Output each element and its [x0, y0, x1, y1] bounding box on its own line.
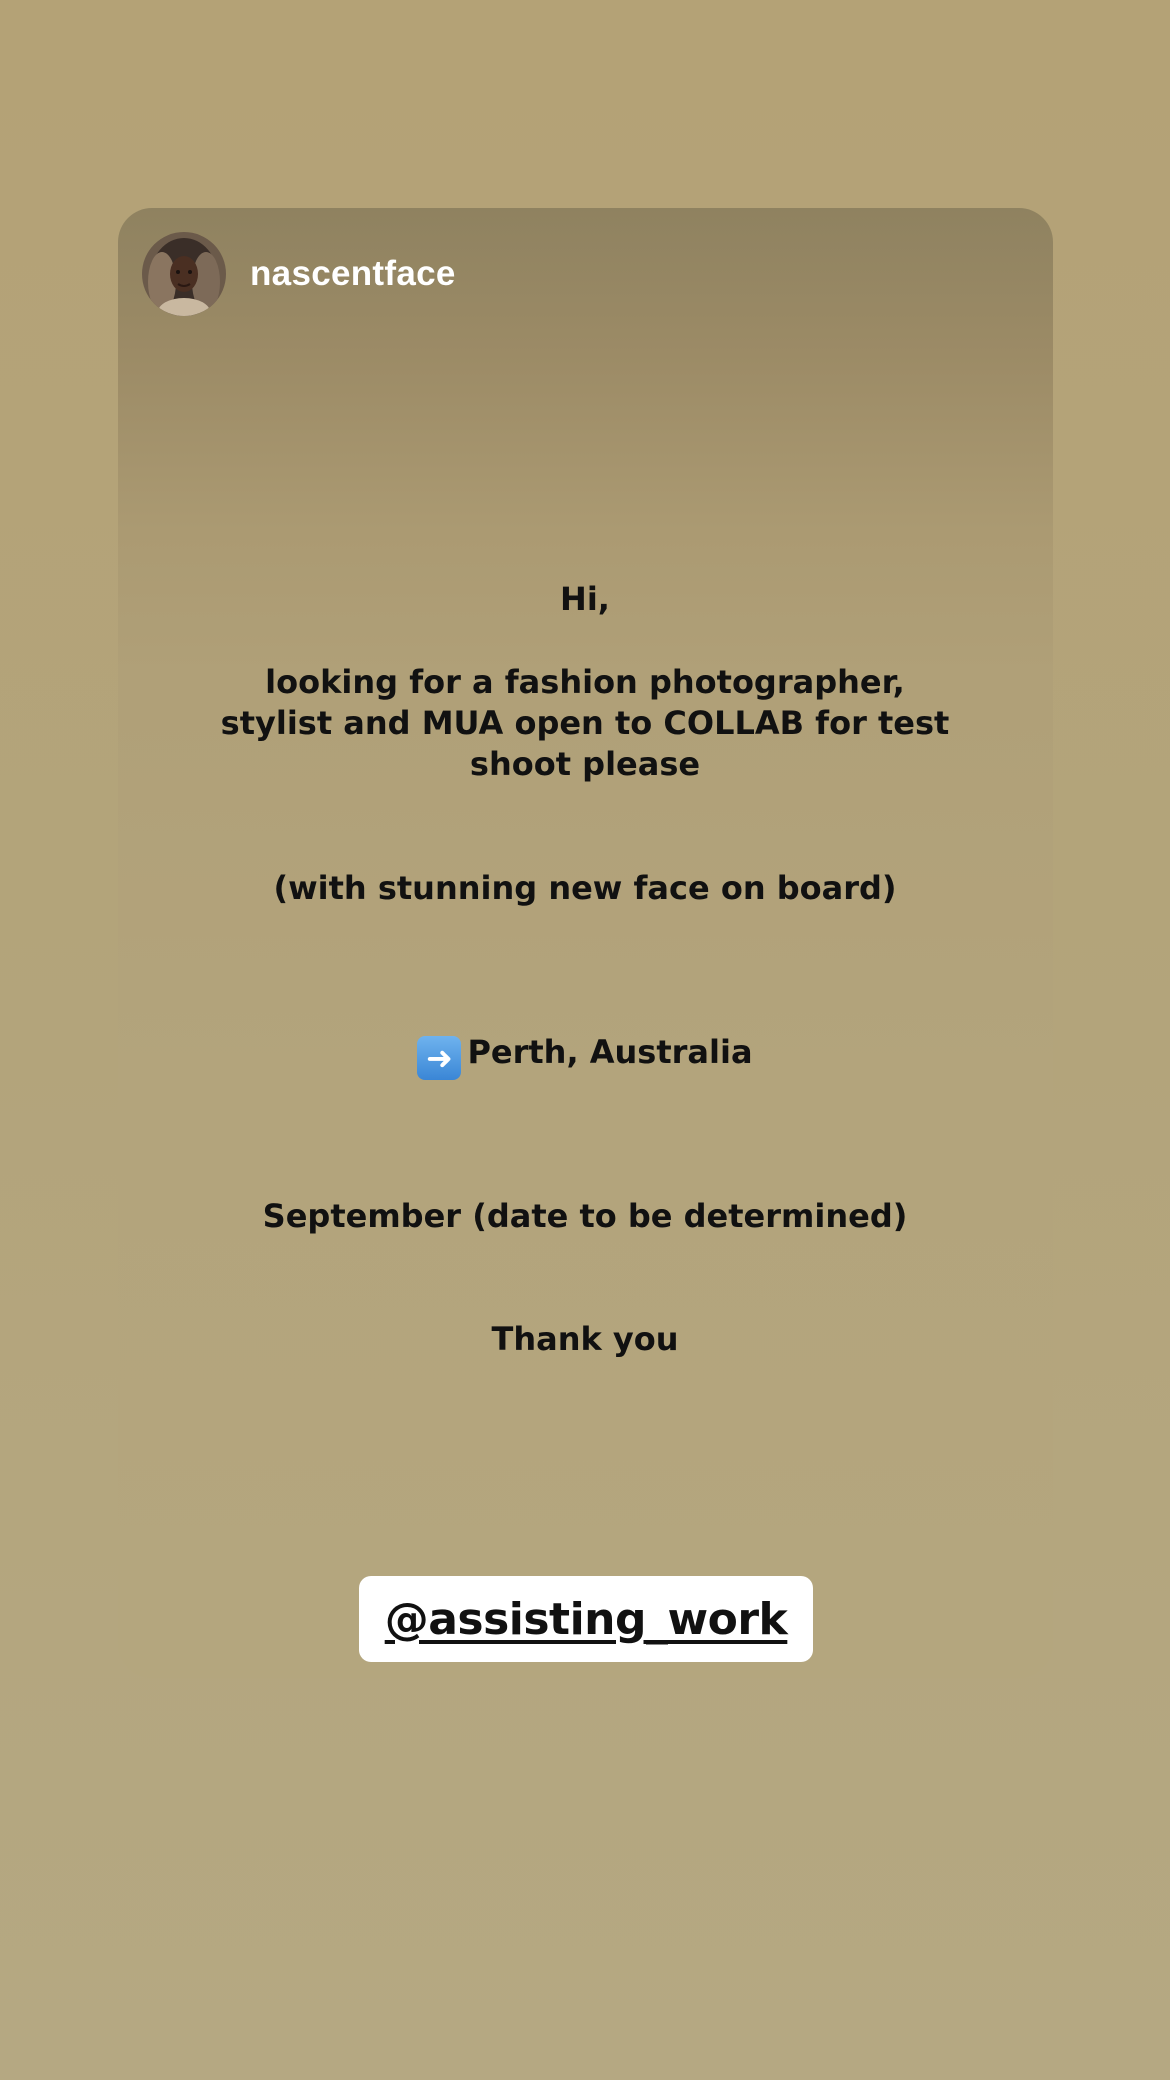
story-card: nascentface — [118, 208, 1053, 1678]
username[interactable]: nascentface — [250, 254, 456, 294]
note-text: (with stunning new face on board) — [273, 869, 897, 907]
request-line-2: stylist and MUA open to COLLAB for test — [220, 704, 950, 742]
profile-photo-icon — [142, 232, 226, 316]
greeting-text: Hi, — [560, 580, 610, 618]
request-line-3: shoot please — [469, 745, 701, 783]
mention-text[interactable]: @assisting_work — [385, 1594, 788, 1645]
request-line-1: looking for a fashion photographer, — [265, 663, 905, 701]
thanks-text: Thank you — [491, 1320, 679, 1358]
mention-sticker[interactable]: @assisting_work — [359, 1576, 813, 1662]
arrow-right-icon: ➜ — [417, 1036, 462, 1080]
story-header: nascentface — [142, 232, 456, 316]
location-text: Perth, Australia — [467, 1033, 753, 1071]
date-text: September (date to be determined) — [262, 1197, 908, 1235]
location-line: ➜ Perth, Australia — [0, 1032, 1170, 1080]
avatar[interactable] — [142, 232, 226, 316]
